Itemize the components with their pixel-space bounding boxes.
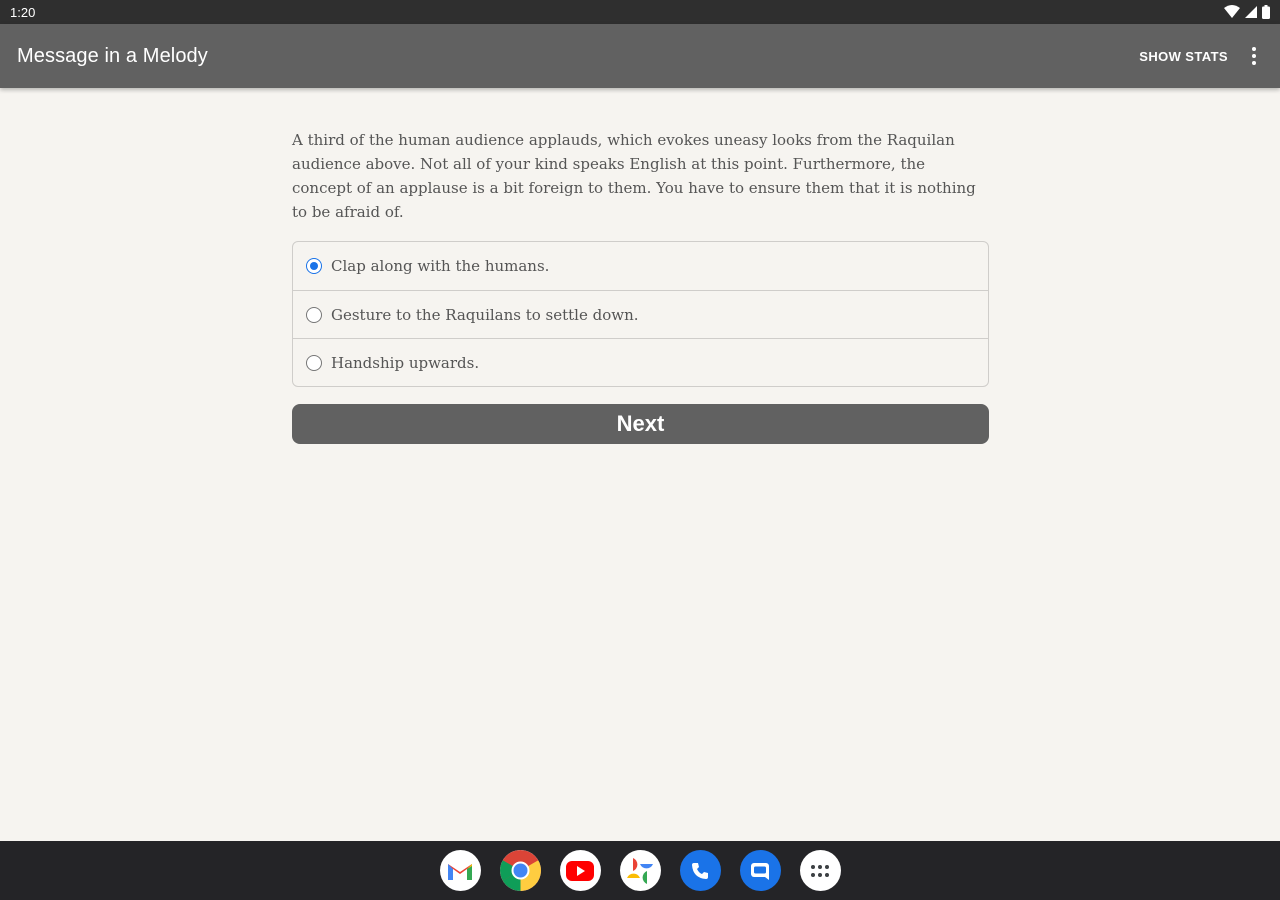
choice-list: Clap along with the humans. Gesture to t… [292,241,989,387]
choice-label: Gesture to the Raquilans to settle down. [331,305,639,324]
gmail-icon[interactable] [439,850,481,891]
youtube-icon[interactable] [559,850,601,891]
battery-icon [1262,5,1270,19]
signal-icon [1245,6,1257,18]
choice-item[interactable]: Gesture to the Raquilans to settle down. [293,290,988,338]
app-title: Message in a Melody [17,44,208,67]
app-actions: SHOW STATS [1135,43,1264,70]
choice-label: Handship upwards. [331,353,480,372]
next-button[interactable]: Next [292,404,989,444]
story-content: A third of the human audience applauds, … [292,128,989,444]
radio-button-selected[interactable] [306,258,322,274]
photos-icon[interactable] [619,850,661,891]
status-icons [1224,5,1270,19]
status-bar: 1:20 [0,0,1280,24]
show-stats-button[interactable]: SHOW STATS [1135,43,1232,70]
app-drawer-icon[interactable] [799,850,841,891]
chrome-icon[interactable] [499,850,541,891]
choice-item[interactable]: Handship upwards. [293,338,988,386]
app-bar: Message in a Melody SHOW STATS [0,24,1280,88]
messages-icon[interactable] [739,850,781,891]
radio-button[interactable] [306,354,322,371]
choice-item[interactable]: Clap along with the humans. [293,242,988,290]
taskbar [0,841,1280,900]
radio-button[interactable] [306,306,322,323]
more-vert-icon[interactable] [1244,44,1264,68]
wifi-icon [1224,5,1240,19]
phone-icon[interactable] [679,850,721,891]
choice-label: Clap along with the humans. [331,257,550,275]
story-passage: A third of the human audience applauds, … [292,131,976,221]
status-time: 1:20 [10,4,36,20]
